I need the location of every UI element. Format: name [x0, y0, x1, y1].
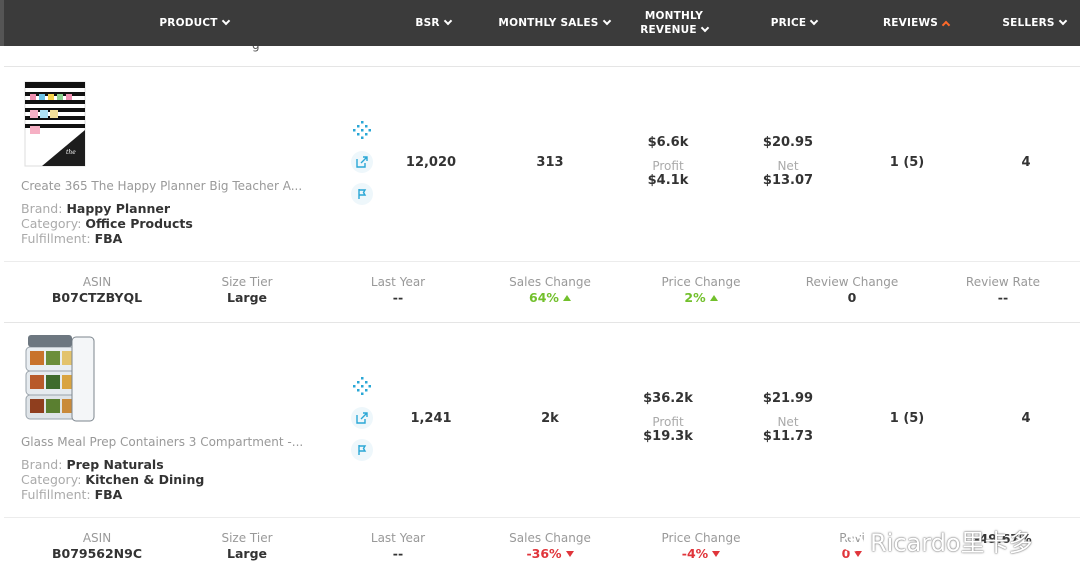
column-header-sellers[interactable]: Sellers [994, 0, 1074, 46]
detail-divider [4, 261, 1080, 262]
price-change-cell: Price Change 2% [661, 275, 741, 305]
product-image[interactable]: the [22, 80, 88, 168]
profit-value: $4.1k [647, 173, 689, 188]
fulfillment-value: FBA [94, 487, 123, 502]
chevron-down-icon [810, 16, 819, 26]
review-rate-cell: Review Rate -- [965, 275, 1041, 305]
last-year-cell: Last Year -- [370, 531, 426, 561]
column-header-price[interactable]: Price [756, 0, 832, 46]
chevron-down-icon [221, 16, 230, 26]
monthly-sales-value: 2k [541, 411, 559, 426]
column-header-monthly-revenue[interactable]: Monthly Revenue [626, 0, 722, 46]
up-arrow-icon [709, 295, 718, 301]
svg-text:the: the [66, 149, 76, 156]
wechat-icon [827, 529, 864, 551]
price-value: $20.95 [762, 135, 814, 150]
variations-icon[interactable] [351, 119, 373, 141]
fulfillment-value: FBA [94, 231, 123, 246]
brand-value: Happy Planner [66, 201, 171, 216]
sales-change-cell: Sales Change -36% [509, 531, 591, 561]
product-table: Product BSR Monthly Sales Monthly Revenu… [0, 0, 1080, 584]
size-tier-cell: Size Tier Large [221, 531, 273, 561]
chevron-down-icon [602, 16, 611, 26]
revenue-value: $6.6k [647, 135, 689, 150]
watermark: Ricardo里卡多 [826, 523, 1033, 558]
column-header-reviews[interactable]: Reviews [868, 0, 964, 46]
column-header-bsr[interactable]: BSR [398, 0, 468, 46]
previous-row-remnant: g [4, 46, 1080, 67]
net-value: $13.07 [762, 173, 814, 188]
sellers-value: 4 [1021, 155, 1031, 170]
bsr-value: 1,241 [410, 411, 452, 426]
chevron-up-icon [941, 20, 951, 29]
product-meta: Brand: Happy Planner Category: Office Pr… [21, 201, 193, 246]
last-year-cell: Last Year -- [370, 275, 426, 305]
up-arrow-icon [562, 295, 571, 301]
sales-change-cell: Sales Change 64% [509, 275, 591, 305]
size-tier-cell: Size Tier Large [221, 275, 273, 305]
column-header-monthly-sales[interactable]: Monthly Sales [494, 0, 614, 46]
variations-icon[interactable] [351, 375, 373, 397]
track-product-icon[interactable] [351, 183, 373, 205]
product-image[interactable] [22, 333, 95, 422]
monthly-sales-value: 313 [536, 155, 564, 170]
chevron-down-icon [443, 16, 452, 26]
asin-value[interactable]: B079562N9C [27, 546, 167, 561]
reviews-value: 1 (5) [889, 155, 925, 170]
net-label: Net [777, 415, 799, 429]
sellers-value: 4 [1021, 411, 1031, 426]
track-product-icon[interactable] [351, 439, 373, 461]
price-value: $21.99 [762, 391, 814, 406]
review-change-cell: Review Change 0 [805, 275, 899, 305]
asin-cell: ASIN B07CTZBYQL [27, 275, 167, 305]
product-title[interactable]: Create 365 The Happy Planner Big Teacher… [21, 179, 321, 193]
down-arrow-icon [712, 551, 721, 557]
external-link-icon[interactable] [351, 407, 373, 429]
down-arrow-icon [565, 551, 574, 557]
external-link-icon[interactable] [351, 151, 373, 173]
price-change-cell: Price Change -4% [661, 531, 741, 561]
net-value: $11.73 [762, 429, 814, 444]
chevron-down-icon [1058, 16, 1067, 26]
product-meta: Brand: Prep Naturals Category: Kitchen &… [21, 457, 205, 502]
product-title[interactable]: Glass Meal Prep Containers 3 Compartment… [21, 435, 321, 449]
asin-value[interactable]: B07CTZBYQL [27, 290, 167, 305]
revenue-value: $36.2k [643, 391, 693, 406]
detail-divider [4, 517, 1080, 518]
chevron-down-icon [700, 23, 709, 33]
asin-cell: ASIN B079562N9C [27, 531, 167, 561]
profit-label: Profit [652, 415, 684, 429]
category-value: Office Products [85, 216, 193, 231]
profit-label: Profit [652, 159, 684, 173]
brand-value: Prep Naturals [66, 457, 164, 472]
category-value: Kitchen & Dining [85, 472, 205, 487]
profit-value: $19.3k [643, 429, 693, 444]
column-header-product[interactable]: Product [144, 0, 244, 46]
table-header: Product BSR Monthly Sales Monthly Revenu… [0, 0, 1080, 46]
net-label: Net [777, 159, 799, 173]
bsr-value: 12,020 [405, 155, 457, 170]
table-row: the Create 365 The Happy Planner Big Tea… [0, 67, 1080, 322]
reviews-value: 1 (5) [889, 411, 925, 426]
